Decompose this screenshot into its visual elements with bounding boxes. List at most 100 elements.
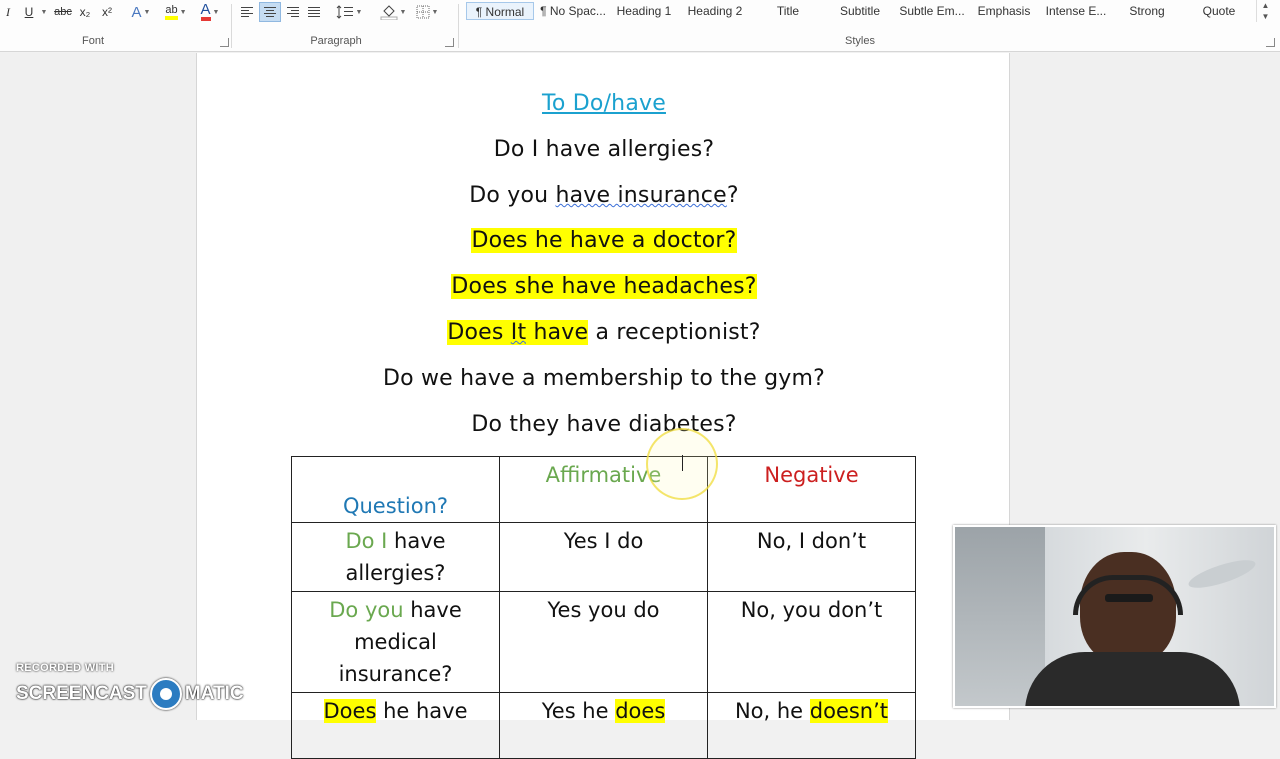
cell-text-segment: Yes I do [563, 529, 644, 553]
gallery-more-icon[interactable]: ▼ [1257, 11, 1274, 22]
paragraph-dialog-launcher-icon[interactable] [445, 38, 454, 47]
styles-group-label: Styles [845, 35, 875, 47]
question-line: Do you have insurance? [197, 183, 1011, 208]
table-row: Do I have allergies? Yes I do No, I don’t [291, 522, 916, 592]
style-title[interactable]: Title [756, 2, 820, 20]
strikethrough-button[interactable]: abc [52, 2, 74, 22]
cell-text-segment: Does [323, 699, 377, 723]
line-text-segment: Do I have allergies? [493, 137, 715, 162]
line-text-segment: have [526, 320, 589, 345]
line-spacing-icon [336, 5, 353, 19]
webcam-wall [955, 527, 1045, 706]
webcam-person-shirt [1025, 652, 1240, 706]
question-line: Does It have a receptionist? [197, 320, 1011, 345]
style-no-spacing[interactable]: ¶ No Spac... [538, 2, 608, 20]
style-subtle-emphasis[interactable]: Subtle Em... [898, 2, 966, 20]
table-row: Do you have medical insurance? Yes you do… [291, 591, 916, 693]
highlight-button[interactable]: ab ▼ [161, 2, 191, 22]
align-center-button[interactable] [259, 2, 281, 22]
gallery-up-icon[interactable]: ▲ [1257, 0, 1274, 11]
header-affirmative-text: Affirmative [545, 463, 662, 487]
question-line: Do we have a membership to the gym? [197, 366, 1011, 391]
font-color-button[interactable]: A ▼ [196, 2, 224, 22]
line-text-segment: Does [447, 320, 511, 345]
spelling-flagged-text: It [510, 320, 527, 345]
shading-button[interactable]: ▼ [378, 2, 408, 22]
document-title-text: To Do/have [542, 91, 666, 116]
style-normal[interactable]: ¶ Normal [466, 2, 534, 20]
grammar-table[interactable]: Question? Affirmative Negative Do I have… [291, 456, 916, 759]
line-text-segment: a receptionist? [588, 320, 761, 345]
watermark-right-text: MATIC [184, 683, 244, 704]
underline-dropdown-icon[interactable]: ▼ [38, 2, 48, 22]
spelling-flagged-text: have insurance [555, 183, 727, 208]
negative-cell: No, I don’t [707, 522, 916, 592]
font-dialog-launcher-icon[interactable] [220, 38, 229, 47]
document-page[interactable]: To Do/have Do I have allergies? Do you ha… [196, 53, 1011, 759]
justify-button[interactable] [305, 2, 323, 22]
question-line: Does he have a doctor? [197, 228, 1011, 253]
question-cell: Do you have medical insurance? [291, 591, 500, 693]
header-question-text: Question? [342, 494, 449, 518]
superscript-button[interactable]: x² [98, 2, 116, 22]
question-line: Do they have diabetes? [197, 412, 1011, 437]
align-left-icon [241, 7, 253, 17]
italic-button[interactable]: I [2, 2, 14, 22]
affirmative-cell: Yes you do [499, 591, 708, 693]
watermark-logo: SCREENCAST MATIC [16, 678, 244, 710]
underline-button[interactable]: U [20, 2, 38, 22]
justify-icon [308, 7, 320, 17]
watermark-recorded-with: RECORDED WITH [16, 662, 115, 674]
ribbon: I U ▼ abc x₂ x² A ▼ ab ▼ A ▼ Font ▼ ▼ ▼ Par… [0, 0, 1280, 52]
style-subtitle[interactable]: Subtitle [828, 2, 892, 20]
style-emphasis[interactable]: Emphasis [972, 2, 1036, 20]
borders-icon [416, 5, 430, 19]
style-strong[interactable]: Strong [1116, 2, 1178, 20]
style-intense-emphasis[interactable]: Intense E... [1042, 2, 1110, 20]
style-heading-1[interactable]: Heading 1 [612, 2, 676, 20]
text-effects-button[interactable]: A ▼ [128, 2, 154, 22]
line-text-segment: Do you [469, 183, 556, 208]
style-heading-2[interactable]: Heading 2 [682, 2, 748, 20]
subscript-button[interactable]: x₂ [76, 2, 94, 22]
cell-text-segment: Yes he [541, 699, 616, 723]
watermark-left-text: SCREENCAST [16, 683, 147, 704]
table-row: Does he have Yes he does No, he doesn’t [291, 692, 916, 759]
paragraph-group-label: Paragraph [310, 35, 362, 47]
group-divider [231, 4, 232, 48]
header-negative: Negative [707, 456, 916, 523]
webcam-overlay [953, 525, 1276, 708]
text-effects-icon: A [131, 3, 142, 21]
borders-button[interactable]: ▼ [412, 2, 442, 22]
question-line: Do I have allergies? [197, 137, 1011, 162]
align-right-button[interactable] [284, 2, 302, 22]
styles-gallery-scroll[interactable]: ▲ ▼ [1256, 0, 1274, 22]
align-center-icon [264, 7, 276, 17]
cell-text-segment: No, I don’t [756, 529, 867, 553]
question-cell: Does he have [291, 692, 500, 759]
cell-text-segment: he have [376, 699, 468, 723]
line-text-segment: ? [726, 183, 739, 208]
header-question: Question? [291, 456, 500, 523]
question-cell: Do I have allergies? [291, 522, 500, 592]
line-text-segment: Does he have a doctor? [471, 228, 737, 253]
group-divider [458, 4, 459, 48]
screencast-logo-icon [149, 678, 182, 710]
align-right-icon [287, 7, 299, 17]
shading-bucket-icon [380, 5, 398, 20]
cell-text-segment: No, he [734, 699, 810, 723]
table-header-row: Question? Affirmative Negative [291, 456, 916, 523]
styles-dialog-launcher-icon[interactable] [1266, 38, 1275, 47]
font-group-label: Font [81, 35, 104, 47]
font-color-icon: A [200, 2, 211, 21]
cell-text-segment: No, you don’t [740, 598, 883, 622]
negative-cell: No, he doesn’t [707, 692, 916, 759]
question-line: Does she have headaches? [197, 274, 1011, 299]
align-left-button[interactable] [238, 2, 256, 22]
affirmative-cell: Yes he does [499, 692, 708, 759]
highlight-icon: ab [165, 4, 178, 20]
line-spacing-button[interactable]: ▼ [334, 2, 364, 22]
cell-text-segment: Yes you do [547, 598, 660, 622]
cell-text-segment: Do I [345, 529, 388, 553]
style-quote[interactable]: Quote [1188, 2, 1250, 20]
